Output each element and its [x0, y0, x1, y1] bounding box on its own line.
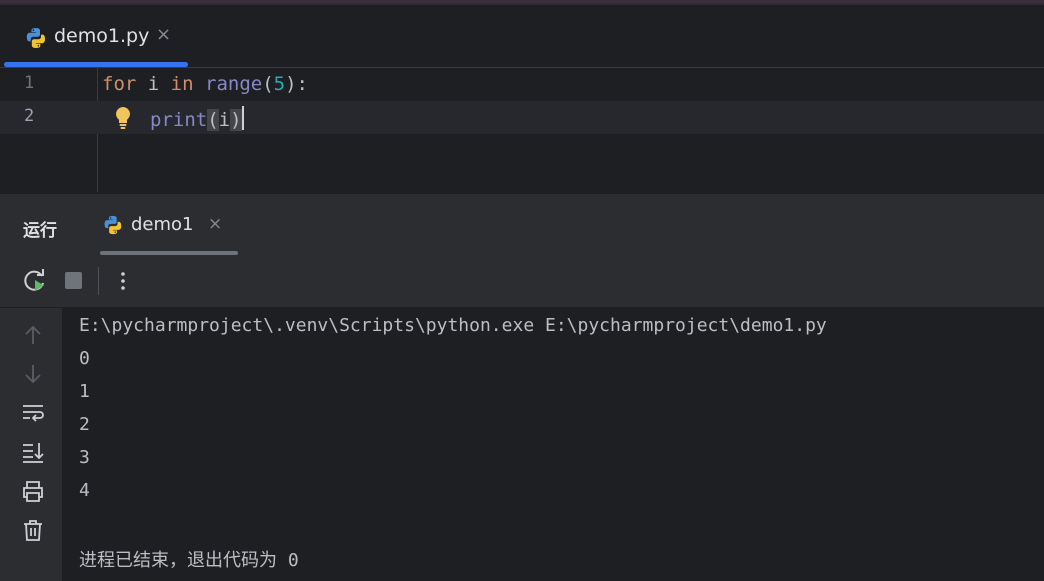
- lightbulb-icon[interactable]: [113, 105, 133, 131]
- console-output-line: 1: [79, 381, 90, 402]
- code-line-2[interactable]: 2 print(i): [0, 101, 1044, 134]
- close-run-tab-icon[interactable]: ×: [208, 214, 222, 234]
- tab-demo1-py[interactable]: demo1.py ×: [4, 5, 188, 67]
- window-top-accent: [0, 0, 1044, 3]
- matched-paren: (: [207, 109, 219, 131]
- console-output-line: 4: [79, 480, 90, 501]
- console-output-line: 2: [79, 414, 90, 435]
- builtin-range: range: [205, 73, 263, 95]
- scroll-to-end-icon[interactable]: [21, 440, 45, 464]
- keyword-in: in: [170, 73, 194, 95]
- text-caret: [241, 106, 244, 130]
- stop-icon[interactable]: [61, 268, 87, 294]
- run-tab-label: demo1: [131, 214, 194, 235]
- console-output-line: 0: [79, 348, 90, 369]
- active-tab-indicator: [4, 62, 188, 67]
- line-number: 1: [24, 73, 35, 93]
- run-toolbar: [0, 255, 1044, 308]
- more-vertical-icon[interactable]: [110, 268, 136, 294]
- arrow-down-icon[interactable]: [21, 362, 45, 386]
- code-editor[interactable]: 1 for i in range(5): 2 print(i): [0, 68, 1044, 193]
- number-literal: 5: [273, 73, 286, 95]
- console-command-line: E:\pycharmproject\.venv\Scripts\python.e…: [79, 315, 827, 336]
- trash-icon[interactable]: [21, 518, 45, 542]
- code-line-1[interactable]: 1 for i in range(5):: [0, 68, 1044, 101]
- arrow-up-icon[interactable]: [21, 323, 45, 347]
- console-exit-message: 进程已结束，退出代码为 0: [79, 550, 299, 571]
- console-output-line: 3: [79, 447, 90, 468]
- close-tab-icon[interactable]: ×: [156, 24, 171, 45]
- matched-paren: ): [230, 109, 242, 131]
- soft-wrap-icon[interactable]: [21, 401, 45, 425]
- code-text: for i in range(5):: [102, 73, 308, 95]
- console-output[interactable]: E:\pycharmproject\.venv\Scripts\python.e…: [62, 308, 1044, 581]
- run-panel-title: 运行: [23, 221, 57, 241]
- keyword-for: for: [102, 73, 137, 95]
- python-file-icon: [26, 28, 45, 48]
- console-side-toolbar: [0, 308, 62, 581]
- print-icon[interactable]: [21, 479, 45, 503]
- toolbar-separator: [98, 267, 99, 295]
- run-panel-header: 运行 demo1 ×: [0, 193, 1044, 256]
- python-run-icon: [104, 215, 122, 235]
- builtin-print: print: [150, 109, 208, 131]
- line-number: 2: [24, 106, 35, 126]
- variable-i: i: [136, 73, 171, 95]
- tab-label: demo1.py: [54, 25, 150, 47]
- run-tab-demo1[interactable]: demo1 ×: [100, 194, 238, 255]
- rerun-icon[interactable]: [22, 268, 48, 294]
- code-text: print(i): [150, 106, 244, 131]
- editor-tab-bar: demo1.py ×: [0, 5, 1044, 68]
